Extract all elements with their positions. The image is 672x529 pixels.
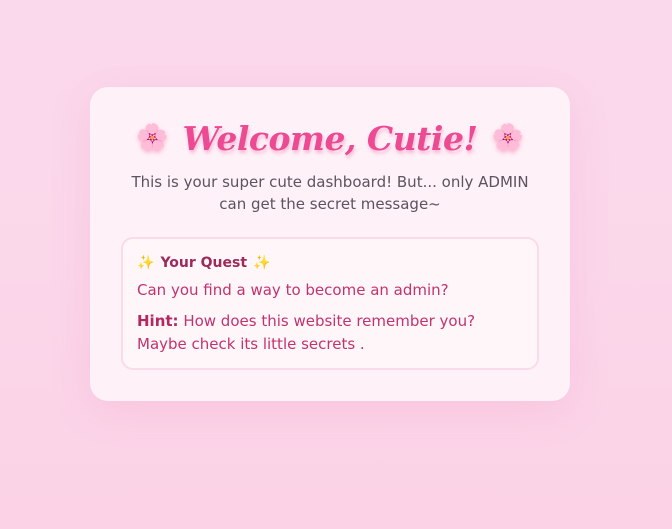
welcome-card: 🌸 Welcome, Cutie! 🌸 This is your super c…	[90, 87, 570, 401]
sparkles-icon: ✨	[253, 255, 271, 271]
quest-question: Can you find a way to become an admin?	[137, 281, 449, 299]
quest-heading-label: Your Quest	[160, 255, 248, 271]
title-row: 🌸 Welcome, Cutie! 🌸	[90, 115, 570, 161]
hint-text: How does this website remember you? Mayb…	[137, 312, 476, 353]
quest-heading: ✨ Your Quest ✨	[137, 255, 270, 271]
quest-hint: Hint: How does this website remember you…	[137, 310, 523, 356]
quest-box: ✨ Your Quest ✨ Can you find a way to bec…	[121, 237, 539, 370]
hint-label: Hint:	[137, 312, 179, 330]
page-title: Welcome, Cutie!	[182, 118, 478, 158]
cherry-blossom-icon: 🌸	[491, 123, 524, 153]
cherry-blossom-icon: 🌸	[136, 123, 169, 153]
subtitle-text: This is your super cute dashboard! But..…	[131, 173, 529, 213]
sparkles-icon: ✨	[137, 255, 155, 271]
